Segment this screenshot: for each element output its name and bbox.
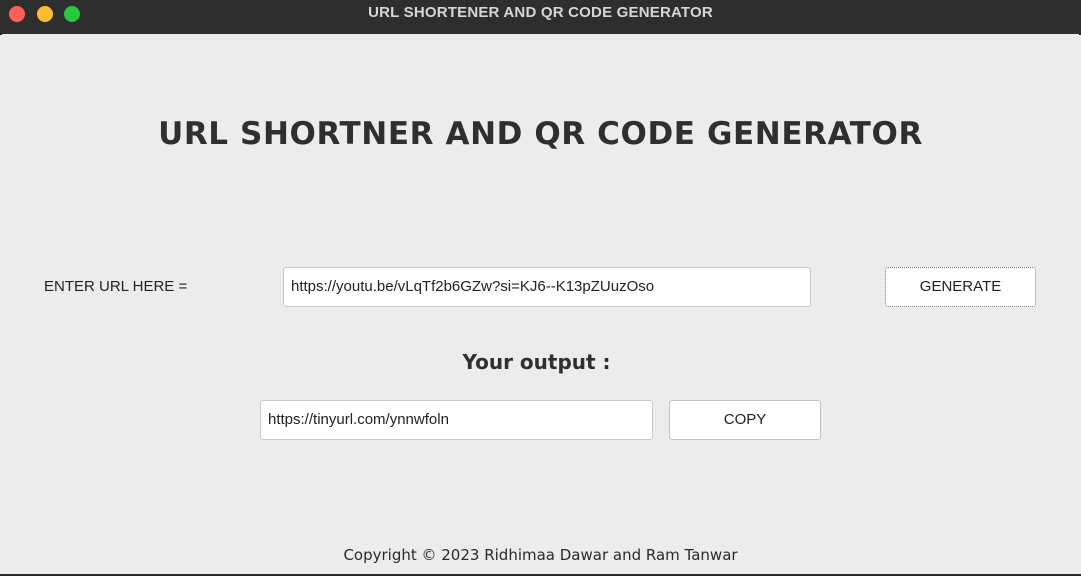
page-title: URL SHORTNER AND QR CODE GENERATOR bbox=[158, 116, 923, 152]
copyright-footer: Copyright © 2023 Ridhimaa Dawar and Ram … bbox=[343, 546, 738, 564]
copy-button[interactable]: COPY bbox=[669, 400, 821, 440]
app-window: URL SHORTENER AND QR CODE GENERATOR URL … bbox=[0, 0, 1081, 580]
url-label: ENTER URL HERE = bbox=[44, 278, 188, 295]
url-input[interactable]: https://youtu.be/vLqTf2b6GZw?si=KJ6--K13… bbox=[283, 267, 811, 307]
window-bottom-edge bbox=[0, 574, 1081, 580]
output-label: Your output : bbox=[0, 350, 1081, 374]
output-field[interactable]: https://tinyurl.com/ynnwfoln bbox=[260, 400, 653, 440]
generate-button[interactable]: GENERATE bbox=[885, 267, 1036, 307]
title-bar[interactable]: URL SHORTENER AND QR CODE GENERATOR bbox=[0, 0, 1081, 35]
window-title: URL SHORTENER AND QR CODE GENERATOR bbox=[368, 4, 713, 21]
output-label-text: Your output : bbox=[462, 350, 611, 374]
